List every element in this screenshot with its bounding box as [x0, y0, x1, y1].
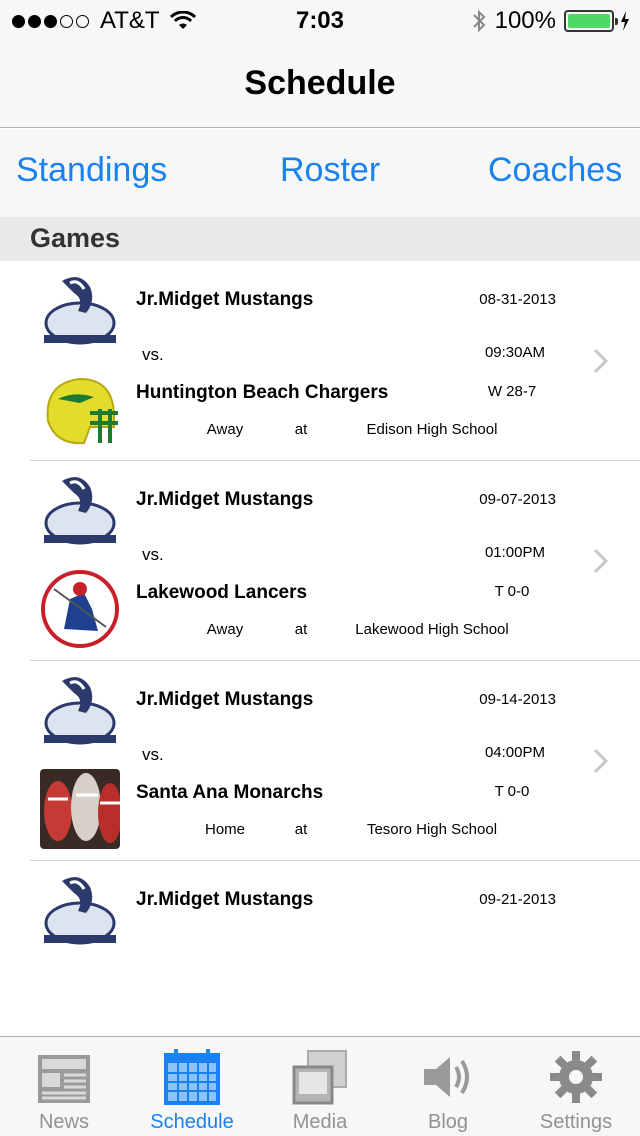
status-bar: AT&T 7:03 100% — [0, 0, 640, 40]
segment-bar: Standings Roster Coaches — [0, 129, 640, 217]
home-team-name: Jr.Midget Mustangs — [136, 489, 314, 510]
battery-icon — [564, 10, 618, 32]
tab-label: Schedule — [150, 1111, 234, 1133]
venue-name: Tesoro High School — [366, 821, 498, 838]
tab-media[interactable]: Media — [256, 1037, 384, 1136]
navigation-bar: Schedule — [0, 40, 640, 128]
venue-name: Lakewood High School — [355, 621, 509, 638]
standings-link[interactable]: Standings — [16, 151, 167, 190]
lancer-logo — [40, 569, 120, 649]
tab-label: Media — [292, 1111, 348, 1133]
opponent-team-name: Huntington Beach Chargers — [136, 382, 389, 403]
game-row[interactable]: Jr.Midget Mustangs 08-31-2013 vs. 09:30A… — [30, 261, 640, 461]
tab-schedule[interactable]: Schedule — [128, 1037, 256, 1136]
game-time: 04:00PM — [484, 744, 545, 761]
versus-label: vs. — [142, 745, 164, 764]
tab-blog[interactable]: Blog — [384, 1037, 512, 1136]
game-time: 09:30AM — [484, 344, 545, 361]
chevron-right-icon — [593, 348, 609, 374]
monarchs-photo — [40, 769, 120, 849]
tab-settings[interactable]: Settings — [512, 1037, 640, 1136]
venue-name: Edison High School — [366, 421, 498, 438]
game-row[interactable]: Jr.Midget Mustangs 09-14-2013 vs. 04:00P… — [30, 661, 640, 861]
game-row[interactable]: Jr.Midget Mustangs 09-21-2013 — [30, 861, 640, 1061]
tab-news[interactable]: News — [0, 1037, 128, 1136]
versus-label: vs. — [142, 545, 164, 564]
helmet-logo — [40, 369, 120, 449]
mustangs-logo — [40, 671, 120, 751]
bluetooth-icon — [472, 9, 486, 33]
roster-link[interactable]: Roster — [280, 151, 380, 190]
game-date: 09-14-2013 — [479, 691, 556, 708]
media-icon — [292, 1050, 347, 1105]
game-date: 08-31-2013 — [479, 291, 556, 308]
game-date: 09-21-2013 — [479, 891, 556, 908]
home-away-label: Away — [206, 421, 244, 438]
gear-icon — [550, 1051, 602, 1103]
battery-percent: 100% — [494, 7, 556, 34]
coaches-link[interactable]: Coaches — [488, 151, 622, 190]
page-title: Schedule — [244, 64, 396, 102]
game-result: T 0-0 — [494, 783, 530, 800]
mustangs-logo — [40, 471, 120, 551]
versus-label: vs. — [142, 345, 164, 364]
games-list: Jr.Midget Mustangs 08-31-2013 vs. 09:30A… — [0, 261, 640, 1061]
at-label: at — [294, 821, 308, 838]
speaker-icon — [424, 1057, 469, 1097]
game-time: 01:00PM — [484, 544, 545, 561]
opponent-team-name: Santa Ana Monarchs — [136, 782, 324, 803]
at-label: at — [294, 421, 308, 438]
status-right: 100% — [471, 6, 630, 36]
calendar-icon — [164, 1049, 220, 1105]
game-date: 09-07-2013 — [479, 491, 556, 508]
home-team-name: Jr.Midget Mustangs — [136, 289, 314, 310]
tab-label: Blog — [427, 1111, 469, 1133]
charging-icon — [621, 11, 629, 31]
section-title: Games — [30, 223, 121, 253]
tab-label: News — [38, 1111, 89, 1133]
at-label: at — [294, 621, 308, 638]
newspaper-icon — [38, 1055, 90, 1103]
tab-bar: News Schedule Media Blog Settings — [0, 1036, 640, 1136]
home-away-label: Home — [204, 821, 245, 838]
mustangs-logo — [40, 271, 120, 351]
game-result: T 0-0 — [494, 583, 530, 600]
home-team-name: Jr.Midget Mustangs — [136, 889, 314, 910]
home-away-label: Away — [206, 621, 244, 638]
home-team-name: Jr.Midget Mustangs — [136, 689, 314, 710]
section-header: Games — [0, 217, 640, 261]
game-row[interactable]: Jr.Midget Mustangs 09-07-2013 vs. 01:00P… — [30, 461, 640, 661]
game-result: W 28-7 — [487, 383, 537, 400]
tab-label: Settings — [539, 1111, 613, 1133]
opponent-team-name: Lakewood Lancers — [136, 582, 308, 603]
chevron-right-icon — [593, 748, 609, 774]
mustangs-logo — [40, 871, 120, 951]
chevron-right-icon — [593, 548, 609, 574]
